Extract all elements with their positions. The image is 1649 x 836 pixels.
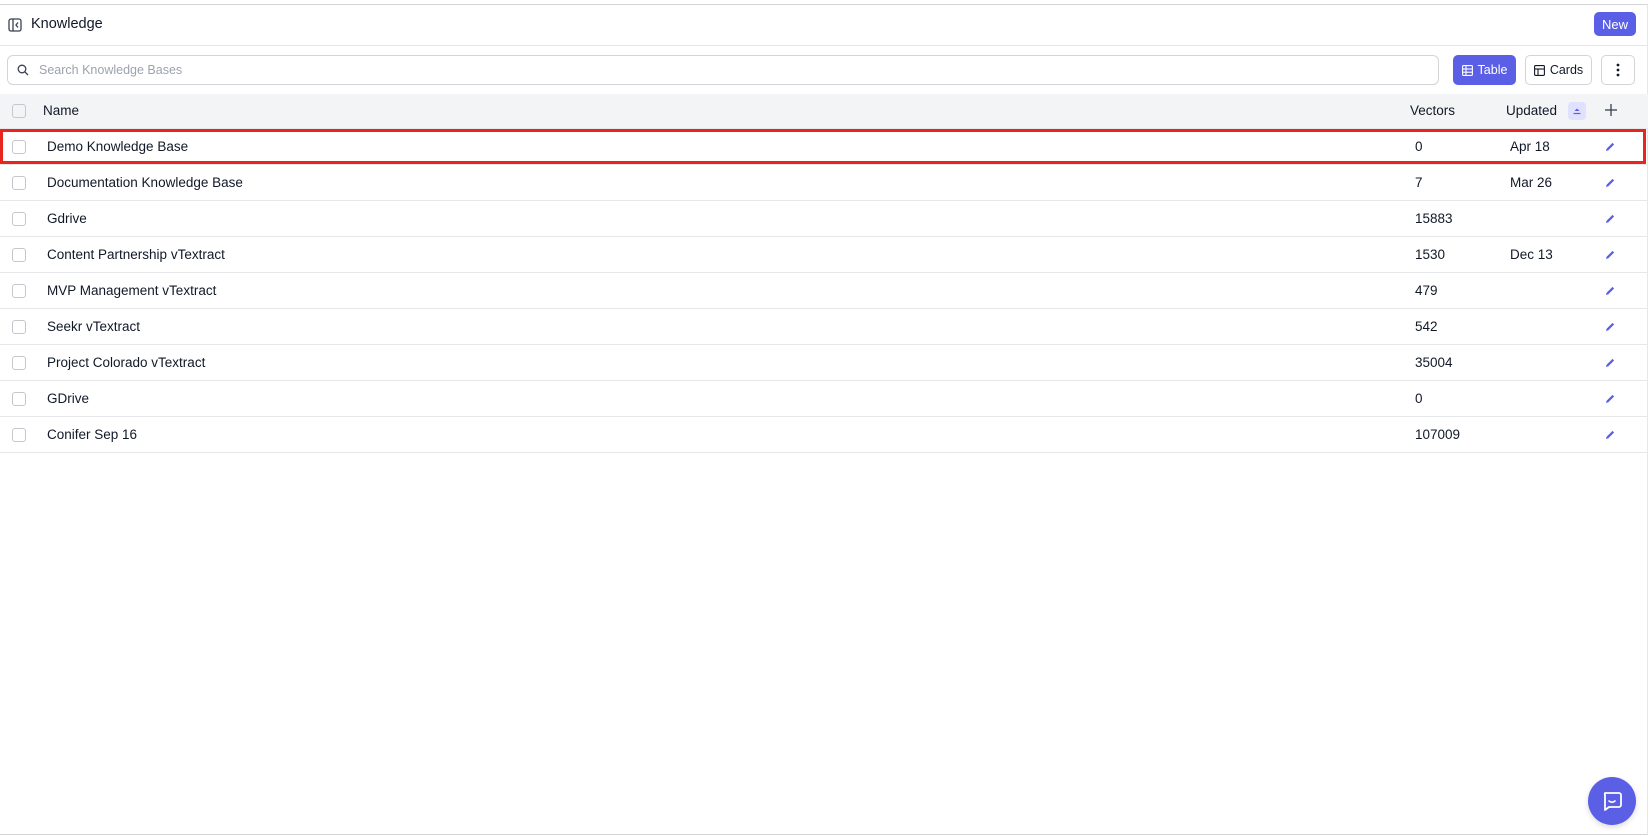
row-name: Seekr vTextract [47,319,141,334]
pencil-icon[interactable] [1603,356,1617,370]
row-vectors: 15883 [1415,211,1453,226]
cards-layout-icon [1533,64,1545,76]
chat-bubble-icon [1603,792,1622,811]
row-checkbox[interactable] [12,428,26,442]
search-box[interactable] [7,55,1439,85]
row-checkbox[interactable] [12,284,26,298]
table-row[interactable]: Demo Knowledge Base 0 Apr 18 [0,129,1648,165]
table-row[interactable]: Documentation Knowledge Base 7 Mar 26 [0,165,1648,201]
row-name: Demo Knowledge Base [47,139,189,154]
row-checkbox[interactable] [12,140,26,154]
cards-view-button[interactable]: Cards [1525,55,1592,85]
column-header-vectors[interactable]: Vectors [1410,103,1455,118]
sort-icon[interactable] [1568,102,1586,120]
page-title: Knowledge [31,16,103,32]
row-checkbox[interactable] [12,356,26,370]
more-vertical-icon [1616,63,1620,77]
row-vectors: 0 [1415,391,1423,406]
row-name: Gdrive [47,211,87,226]
row-name: Documentation Knowledge Base [47,175,243,190]
table-row[interactable]: Gdrive 15883 [0,201,1648,237]
row-vectors: 0 [1415,139,1423,154]
table-grid-icon [1461,64,1473,76]
row-updated: Mar 26 [1510,175,1553,190]
row-vectors: 35004 [1415,355,1453,370]
table-row[interactable]: GDrive 0 [0,381,1648,417]
row-vectors: 479 [1415,283,1438,298]
more-options-button[interactable] [1601,55,1635,85]
pencil-icon[interactable] [1603,140,1617,154]
pencil-icon[interactable] [1603,428,1617,442]
pencil-icon[interactable] [1603,320,1617,334]
column-header-name[interactable]: Name [43,103,79,118]
column-header-updated[interactable]: Updated [1506,103,1557,118]
table-row[interactable]: Content Partnership vTextract 1530 Dec 1… [0,237,1648,273]
table-row[interactable]: MVP Management vTextract 479 [0,273,1648,309]
row-name: Conifer Sep 16 [47,427,138,442]
table-view-label: Table [1477,63,1508,77]
pencil-icon[interactable] [1603,248,1617,262]
table-view-button[interactable]: Table [1453,55,1516,85]
sidebar-collapse-icon[interactable] [8,18,22,32]
table-header: Name Vectors Updated [0,94,1648,129]
plus-icon[interactable] [1603,102,1619,118]
table-row[interactable]: Seekr vTextract 542 [0,309,1648,345]
table-body: Demo Knowledge Base 0 Apr 18 Documentati… [0,129,1648,453]
row-checkbox[interactable] [12,392,26,406]
row-vectors: 542 [1415,319,1438,334]
row-checkbox[interactable] [12,176,26,190]
table-row[interactable]: Project Colorado vTextract 35004 [0,345,1648,381]
search-input[interactable] [37,62,1421,78]
row-updated: Apr 18 [1510,139,1550,154]
chat-launcher-button[interactable] [1588,777,1636,825]
pencil-icon[interactable] [1603,212,1617,226]
row-updated: Dec 13 [1510,247,1553,262]
row-checkbox[interactable] [12,320,26,334]
table-row[interactable]: Conifer Sep 16 107009 [0,417,1648,453]
row-vectors: 1530 [1415,247,1446,262]
row-name: Project Colorado vTextract [47,355,206,370]
search-icon [17,64,29,76]
row-checkbox[interactable] [12,248,26,262]
pencil-icon[interactable] [1603,176,1617,190]
row-vectors: 7 [1415,175,1423,190]
row-name: Content Partnership vTextract [47,247,225,262]
row-name: MVP Management vTextract [47,283,217,298]
pencil-icon[interactable] [1603,284,1617,298]
row-vectors: 107009 [1415,427,1461,442]
cards-view-label: Cards [1549,63,1584,77]
row-name: GDrive [47,391,90,406]
pencil-icon[interactable] [1603,392,1617,406]
new-button[interactable]: New [1594,12,1636,36]
select-all-checkbox[interactable] [12,104,26,118]
page-header: Knowledge New [0,5,1648,46]
row-checkbox[interactable] [12,212,26,226]
